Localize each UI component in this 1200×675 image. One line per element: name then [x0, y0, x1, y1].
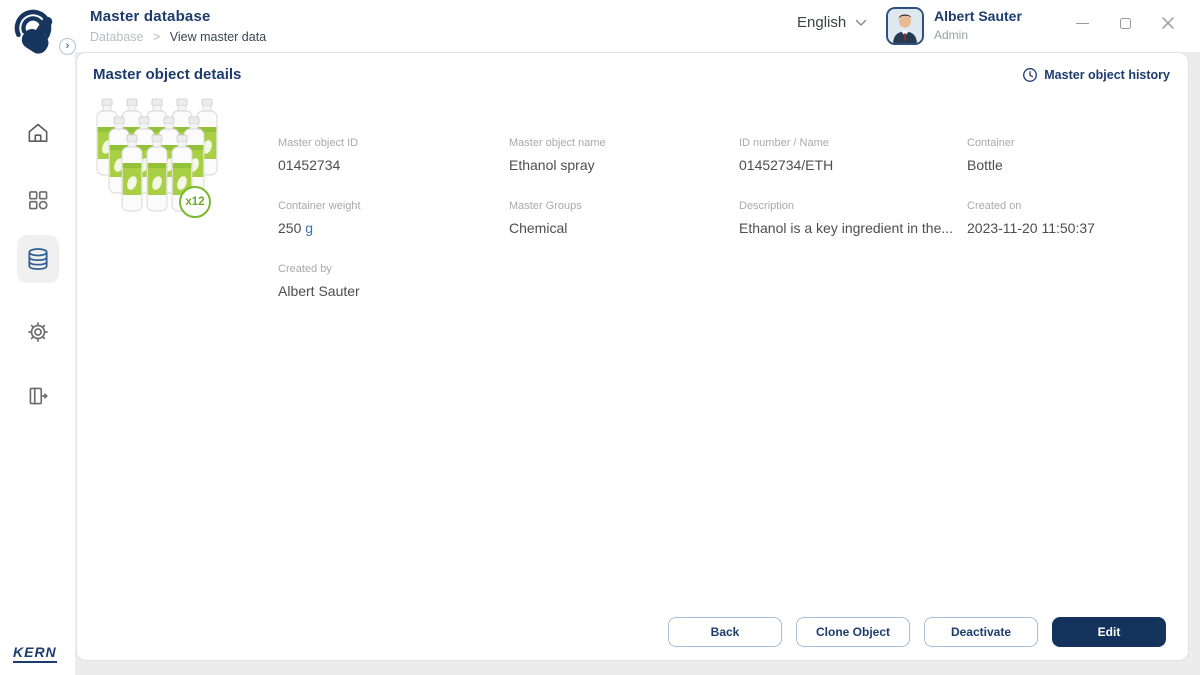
maximize-button[interactable]	[1114, 12, 1136, 34]
minimize-button[interactable]	[1071, 12, 1093, 34]
user-block[interactable]: Albert Sauter Admin	[934, 8, 1022, 42]
deactivate-button[interactable]: Deactivate	[924, 617, 1038, 647]
breadcrumb-current: View master data	[169, 30, 267, 44]
field-master-object-name: Master object name Ethanol spray	[509, 137, 739, 200]
field-value: Albert Sauter	[278, 283, 360, 299]
field-label: Master object name	[509, 137, 606, 149]
master-object-history-link[interactable]: Master object history	[1022, 67, 1170, 83]
logout-icon	[29, 387, 48, 405]
kern-brand-logo: KERN	[13, 644, 57, 663]
master-object-details-card: Master object details Master object hist…	[76, 52, 1189, 661]
field-label: Created by	[278, 263, 332, 275]
sidebar-item-database[interactable]	[17, 235, 59, 283]
field-created-by: Created by Albert Sauter	[278, 263, 509, 326]
top-header: › Master database Database > View master…	[0, 0, 1200, 55]
field-label: ID number / Name	[739, 137, 829, 149]
sidebar-expand-button[interactable]: ›	[59, 38, 76, 55]
user-avatar[interactable]	[886, 7, 924, 45]
field-value: 01452734	[278, 157, 341, 173]
field-label: Container weight	[278, 200, 361, 212]
field-value: 01452734/ETH	[739, 157, 834, 173]
pack-quantity-badge: x12	[179, 186, 211, 218]
home-icon	[28, 123, 48, 142]
card-title: Master object details	[93, 66, 242, 83]
database-icon	[28, 248, 48, 270]
field-id-number-name: ID number / Name 01452734/ETH	[739, 137, 967, 200]
breadcrumb: Database > View master data	[90, 30, 266, 44]
language-selector[interactable]: English	[797, 14, 867, 31]
field-created-on: Created on 2023-11-20 11:50:37	[967, 200, 1177, 263]
sidebar-item-settings[interactable]	[17, 311, 59, 353]
field-label: Created on	[967, 200, 1022, 212]
title-block: Master database Database > View master d…	[90, 8, 266, 44]
field-value: Bottle	[967, 157, 1003, 173]
sidebar-item-apps[interactable]	[17, 179, 59, 221]
history-clock-icon	[1023, 68, 1038, 82]
weight-number: 250	[278, 220, 302, 236]
user-role: Admin	[934, 28, 969, 42]
clone-object-button[interactable]: Clone Object	[796, 617, 910, 647]
field-master-groups: Master Groups Chemical	[509, 200, 739, 263]
action-button-row: Back Clone Object Deactivate Edit	[668, 617, 1166, 647]
page-title: Master database	[90, 8, 211, 25]
fields-grid: Master object ID 01452734 Master object …	[278, 137, 1177, 326]
field-label: Container	[967, 137, 1015, 149]
weight-unit[interactable]: g	[305, 220, 313, 236]
maximize-icon	[1119, 17, 1131, 29]
field-value: Ethanol is a key ingredient in the...	[739, 220, 954, 236]
field-container: Container Bottle	[967, 137, 1177, 200]
field-value: 250 g	[278, 220, 509, 236]
field-value: 2023-11-20 11:50:37	[967, 220, 1095, 236]
field-value: Ethanol spray	[509, 157, 595, 173]
product-image: x12	[93, 97, 243, 225]
close-icon	[1162, 17, 1174, 29]
apps-grid-icon	[29, 191, 48, 210]
user-name: Albert Sauter	[934, 8, 1022, 24]
field-value: Chemical	[509, 220, 568, 236]
sidebar: KERN	[0, 52, 75, 675]
field-label: Master object ID	[278, 137, 359, 149]
app-touch-logo-icon	[8, 4, 62, 58]
field-master-object-id: Master object ID 01452734	[278, 137, 509, 200]
sidebar-item-home[interactable]	[17, 112, 59, 154]
field-label: Master Groups	[509, 200, 582, 212]
field-description: Description Ethanol is a key ingredient …	[739, 200, 967, 263]
breadcrumb-parent[interactable]: Database	[90, 30, 144, 44]
chevron-down-icon	[855, 19, 867, 26]
sidebar-item-logout[interactable]	[17, 375, 59, 417]
gear-icon	[28, 322, 48, 342]
back-button[interactable]: Back	[668, 617, 782, 647]
breadcrumb-separator: >	[153, 30, 161, 44]
close-button[interactable]	[1157, 12, 1179, 34]
language-value: English	[797, 14, 847, 31]
history-link-label: Master object history	[1044, 68, 1170, 82]
minimize-icon	[1075, 22, 1089, 24]
field-label: Description	[739, 200, 795, 212]
edit-button[interactable]: Edit	[1052, 617, 1166, 647]
field-container-weight: Container weight 250 g	[278, 200, 509, 263]
